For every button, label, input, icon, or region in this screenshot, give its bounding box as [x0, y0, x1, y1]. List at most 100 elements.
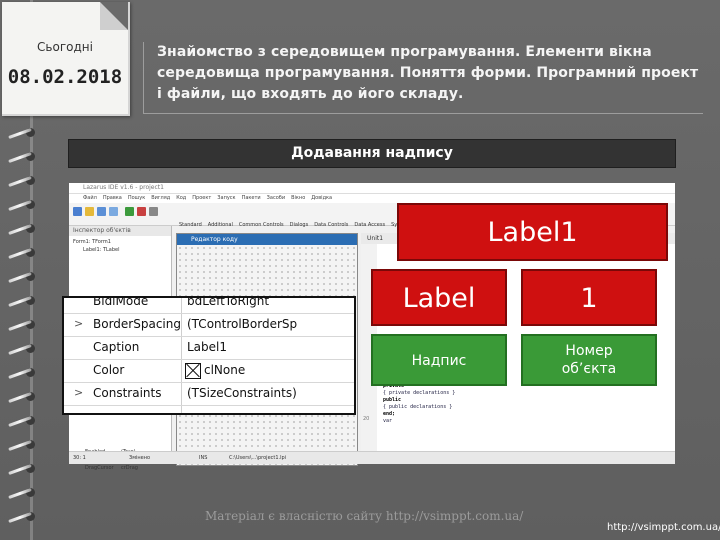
menu-item[interactable]: Проект	[192, 195, 211, 201]
ide-window-title: Lazarus IDE v1.6 - project1	[69, 183, 675, 194]
property-row[interactable]: BidiMode bdLeftToRight	[64, 296, 354, 314]
code-text[interactable]: private{ private declarations } public{ p…	[383, 383, 455, 425]
tree-node[interactable]: Label1: TLabel	[73, 246, 167, 254]
slide-title: Знайомство з середовищем програмування. …	[157, 44, 699, 102]
property-value[interactable]: (TControlBorderSp	[187, 317, 297, 331]
label1-callout: Label1	[397, 203, 668, 261]
binding-ring	[8, 271, 35, 284]
property-value[interactable]: bdLeftToRight	[187, 298, 269, 308]
menu-item[interactable]: Довідка	[311, 195, 332, 201]
code-line: end;	[383, 411, 396, 417]
property-name: Caption	[93, 340, 140, 354]
binding-ring	[8, 247, 35, 260]
inspector-zoom-panel: BidiMode bdLeftToRight > BorderSpacing (TCon…	[62, 296, 356, 415]
binding-ring	[8, 487, 35, 500]
menu-item[interactable]: Вікно	[291, 195, 305, 201]
menu-item[interactable]: Вигляд	[151, 195, 170, 201]
color-swatch-icon	[185, 363, 201, 379]
code-line: { private declarations }	[383, 390, 456, 396]
binding-ring	[8, 199, 35, 212]
object-number-line2: об’єкта	[561, 361, 617, 377]
property-name: Constraints	[93, 386, 162, 400]
palette-tab[interactable]: Common Controls	[239, 222, 284, 228]
menu-item[interactable]: Правка	[103, 195, 122, 201]
palette-tab[interactable]: Data Controls	[314, 222, 348, 228]
property-name: Color	[93, 363, 125, 377]
palette-tab[interactable]: Data Access	[354, 222, 385, 228]
menu-item[interactable]: Засоби	[267, 195, 285, 201]
binding-ring	[8, 295, 35, 308]
save-all-icon[interactable]	[109, 207, 118, 216]
status-field: C:\Users\...\project1.lpi	[229, 455, 287, 461]
ide-status-bar: 30: 1 Змінено INS C:\Users\...\project1.lpi	[69, 451, 675, 464]
property-row[interactable]: > Constraints (TSizeConstraints)	[64, 382, 354, 406]
binding-ring	[8, 511, 35, 524]
property-row[interactable]: > BorderSpacing (TControlBorderSp	[64, 313, 354, 337]
status-field: Змінено	[129, 455, 151, 461]
expand-arrow-icon[interactable]: >	[74, 386, 83, 399]
slide: Сьогодні 08.02.2018 Знайомство з середов…	[0, 0, 720, 540]
binding-ring	[8, 367, 35, 380]
binding-ring	[8, 463, 35, 476]
site-url[interactable]: http://vsimppt.com.ua/	[607, 522, 720, 533]
date-value: 08.02.2018	[7, 66, 123, 88]
watermark: Матеріал є власністю сайту http://vsimpp…	[205, 509, 524, 523]
line-number: 20	[363, 416, 370, 422]
property-name: BorderSpacing	[93, 317, 181, 331]
binding-ring	[8, 343, 35, 356]
form-caption: Редактор коду	[177, 234, 357, 245]
property-value[interactable]: clNone	[204, 363, 245, 377]
open-folder-icon[interactable]	[85, 207, 94, 216]
binding-ring	[8, 439, 35, 452]
new-file-icon[interactable]	[73, 207, 82, 216]
object-number-callout: Номер об’єкта	[521, 334, 657, 386]
expand-arrow-icon[interactable]: >	[74, 317, 83, 330]
palette-tab[interactable]: Dialogs	[290, 222, 309, 228]
property-name: BidiMode	[93, 296, 149, 308]
today-label: Сьогодні	[37, 40, 93, 54]
binding-ring	[8, 175, 35, 188]
binding-ring	[8, 151, 35, 164]
tree-node[interactable]: Form1: TForm1	[73, 238, 167, 246]
stop-icon[interactable]	[137, 207, 146, 216]
status-field: INS	[199, 455, 208, 461]
step-icon[interactable]	[149, 207, 158, 216]
section-banner: Додавання надпису	[68, 139, 676, 168]
inspector-key: DragCursor	[85, 465, 114, 471]
index-callout: 1	[521, 269, 657, 326]
property-value[interactable]: (TSizeConstraints)	[187, 386, 297, 400]
binding-ring	[8, 319, 35, 332]
run-icon[interactable]	[125, 207, 134, 216]
label-callout: Label	[371, 269, 507, 326]
code-line: public	[383, 397, 402, 403]
code-line: { public declarations }	[383, 404, 453, 410]
title-underline	[143, 113, 703, 114]
title-divider	[143, 42, 144, 114]
binding-ring	[8, 415, 35, 428]
inspector-value: crDrag	[121, 465, 138, 471]
code-line: var	[383, 418, 393, 424]
component-tree: Form1: TForm1 Label1: TLabel	[69, 236, 171, 256]
binding-ring	[8, 223, 35, 236]
ide-menu-bar: Файл Правка Пошук Вигляд Код Проект Запуск Паке…	[69, 194, 675, 203]
inspector-row[interactable]: DragCursor crDrag	[69, 464, 171, 472]
binding-ring	[8, 127, 35, 140]
menu-item[interactable]: Пакети	[242, 195, 261, 201]
date-note-card: Сьогодні 08.02.2018	[2, 2, 130, 116]
menu-item[interactable]: Пошук	[128, 195, 145, 201]
property-row[interactable]: Caption Label1	[64, 336, 354, 360]
property-row[interactable]: Color clNone	[64, 359, 354, 383]
page-fold	[100, 2, 128, 30]
status-field: 30: 1	[73, 455, 86, 461]
object-inspector-caption: Інспектор об'єктів	[69, 226, 171, 236]
menu-item[interactable]: Запуск	[217, 195, 235, 201]
object-number-line1: Номер	[565, 343, 613, 359]
binding-ring	[8, 391, 35, 404]
property-value[interactable]: Label1	[187, 340, 227, 354]
nadpys-callout: Надпис	[371, 334, 507, 386]
menu-item[interactable]: Код	[176, 195, 186, 201]
menu-item[interactable]: Файл	[83, 195, 97, 201]
palette-tab[interactable]: Standard	[179, 222, 202, 228]
palette-tab[interactable]: Additional	[208, 222, 233, 228]
save-icon[interactable]	[97, 207, 106, 216]
